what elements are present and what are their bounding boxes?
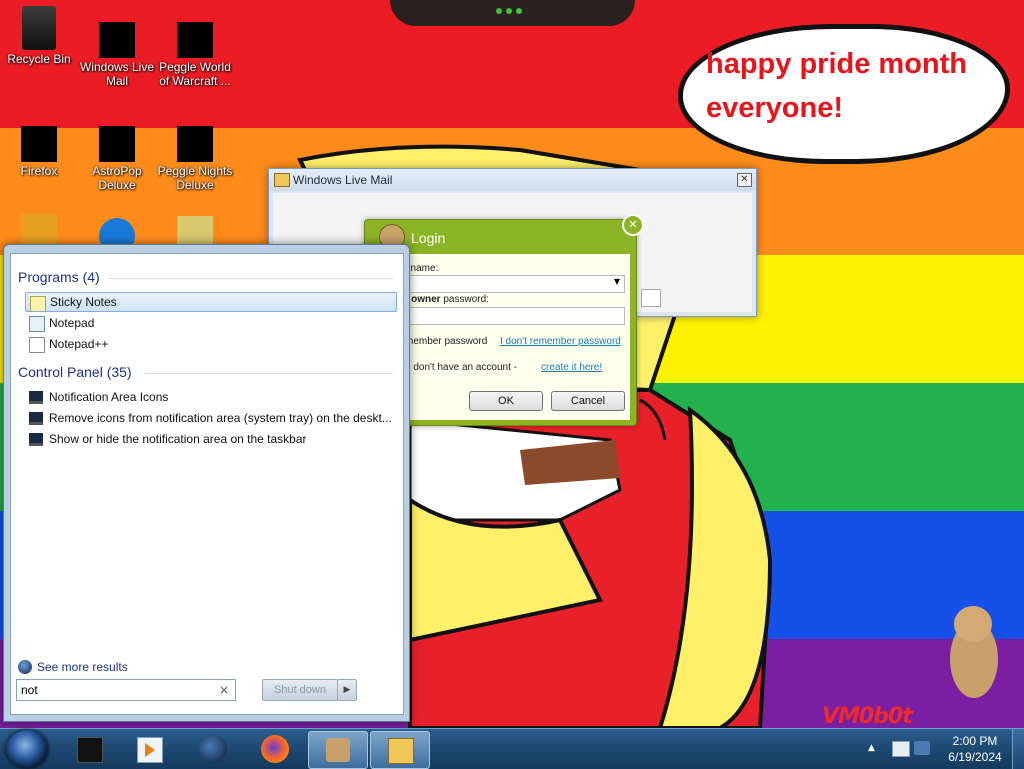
clear-icon[interactable]: × bbox=[219, 683, 229, 697]
peggle-icon bbox=[177, 22, 213, 58]
result-notepad[interactable]: Notepad bbox=[25, 313, 395, 333]
hamster-image bbox=[944, 606, 1004, 702]
result-notepad-plus-plus[interactable]: Notepad++ bbox=[25, 334, 395, 354]
taskbar-windows-live-mail[interactable] bbox=[370, 731, 430, 769]
result-show-hide-notification[interactable]: Show or hide the notification area on th… bbox=[25, 429, 395, 449]
network-icon[interactable] bbox=[892, 741, 910, 757]
start-menu[interactable]: Programs (4) Sticky Notes Notepad Notepa… bbox=[3, 244, 410, 722]
close-icon[interactable]: ✕ bbox=[622, 214, 644, 236]
password-label: t owner password: bbox=[405, 294, 489, 305]
desktop-icon-label: AstroPop Deluxe bbox=[92, 164, 142, 192]
result-label: Show or hide the notification area on th… bbox=[49, 432, 307, 446]
desktop-icon-recycle-bin[interactable]: Recycle Bin bbox=[0, 4, 78, 66]
control-panel-icon bbox=[29, 391, 43, 404]
chevron-down-icon: ▼ bbox=[613, 277, 620, 286]
desktop-icon-peggle-wow[interactable]: Peggle World of Warcraft ... bbox=[156, 4, 234, 88]
control-panel-icon bbox=[29, 412, 43, 425]
taskbar-media-player[interactable] bbox=[120, 731, 178, 767]
desktop-icon-peggle-nights[interactable]: Peggle Nights Deluxe bbox=[156, 110, 234, 192]
ok-button[interactable]: OK bbox=[469, 391, 543, 411]
close-icon[interactable]: ✕ bbox=[737, 173, 752, 187]
text-field[interactable] bbox=[641, 289, 661, 307]
black-box-icon bbox=[77, 737, 103, 763]
media-player-icon bbox=[137, 737, 163, 763]
notepad-icon bbox=[29, 316, 45, 332]
globe-icon bbox=[199, 735, 227, 763]
astropop-icon bbox=[99, 126, 135, 162]
desktop-icon-firefox[interactable]: Firefox bbox=[0, 110, 78, 178]
result-sticky-notes[interactable]: Sticky Notes bbox=[25, 292, 397, 312]
taskbar-app-1[interactable] bbox=[60, 731, 118, 767]
forgot-password-link[interactable]: I don't remember password bbox=[500, 336, 621, 347]
firefox-icon bbox=[21, 126, 57, 162]
window-title: Windows Live Mail bbox=[293, 173, 393, 187]
start-search-input[interactable] bbox=[21, 682, 211, 698]
result-label: Sticky Notes bbox=[50, 295, 117, 309]
clock-date[interactable]: 6/19/2024 bbox=[942, 750, 1008, 764]
watermark: VM0b0t bbox=[822, 704, 913, 728]
speech-bubble-text: happy pride month everyone! bbox=[706, 48, 967, 124]
result-notification-area-icons[interactable]: Notification Area Icons bbox=[25, 387, 395, 407]
result-label: Notification Area Icons bbox=[49, 390, 169, 404]
mail-icon bbox=[274, 173, 290, 187]
create-account-link[interactable]: create it here! bbox=[541, 362, 602, 373]
result-label: Notepad bbox=[49, 316, 95, 330]
divider bbox=[107, 278, 393, 279]
notepad-plus-plus-icon bbox=[29, 337, 45, 353]
show-hidden-icons-icon[interactable]: ▲ bbox=[868, 743, 875, 753]
sticky-notes-icon bbox=[30, 296, 46, 311]
peggle-nights-icon bbox=[177, 126, 213, 162]
search-results-panel: Programs (4) Sticky Notes Notepad Notepa… bbox=[10, 253, 404, 715]
remember-password-label[interactable]: member password bbox=[405, 336, 487, 347]
cancel-button[interactable]: Cancel bbox=[551, 391, 625, 411]
recycle-bin-icon bbox=[22, 6, 56, 50]
desktop-icon-label: Peggle World of Warcraft ... bbox=[159, 60, 231, 88]
mail-icon bbox=[388, 738, 414, 764]
start-search-box[interactable]: × bbox=[16, 679, 236, 701]
no-account-text: u don't have an account - bbox=[405, 362, 517, 373]
firefox-icon bbox=[261, 735, 289, 763]
result-label: Notepad++ bbox=[49, 337, 109, 351]
taskbar-app-globe[interactable] bbox=[184, 731, 242, 767]
show-desktop-button[interactable] bbox=[1012, 729, 1024, 769]
desktop-icon-label: Firefox bbox=[20, 164, 58, 178]
divider bbox=[145, 373, 393, 374]
control-panel-icon bbox=[29, 433, 43, 446]
volume-icon[interactable] bbox=[914, 741, 930, 755]
shut-down-button[interactable]: Shut down bbox=[262, 679, 338, 701]
clock-time[interactable]: 2:00 PM bbox=[946, 734, 1004, 748]
desktop-icon-windows-live-mail[interactable]: Windows Live Mail bbox=[78, 4, 156, 88]
taskbar-firefox[interactable] bbox=[246, 731, 304, 767]
see-more-results-link[interactable]: See more results bbox=[37, 660, 128, 674]
taskbar-login-app[interactable] bbox=[308, 731, 368, 769]
programs-header[interactable]: Programs (4) bbox=[18, 269, 100, 285]
dialog-title: Login bbox=[411, 230, 446, 246]
search-icon bbox=[18, 660, 32, 674]
start-button[interactable] bbox=[6, 730, 48, 768]
desktop-icon-label: Recycle Bin bbox=[7, 52, 71, 66]
shut-down-options-arrow-icon[interactable]: ▶ bbox=[337, 679, 357, 701]
control-panel-header[interactable]: Control Panel (35) bbox=[18, 364, 132, 380]
window-titlebar[interactable]: Windows Live Mail ✕ bbox=[269, 169, 756, 191]
taskbar: ▲ 2:00 PM 6/19/2024 bbox=[0, 728, 1024, 769]
result-remove-icons[interactable]: Remove icons from notification area (sys… bbox=[25, 408, 395, 428]
desktop-icon-label: Peggle Nights Deluxe bbox=[157, 164, 233, 192]
account-name-label: t name: bbox=[405, 263, 439, 274]
windows-live-mail-icon bbox=[99, 22, 135, 58]
hamster-icon bbox=[326, 738, 350, 762]
desktop-icon-label: Windows Live Mail bbox=[79, 60, 155, 88]
result-label: Remove icons from notification area (sys… bbox=[49, 411, 392, 425]
desktop-icon-astropop[interactable]: AstroPop Deluxe bbox=[78, 110, 156, 192]
